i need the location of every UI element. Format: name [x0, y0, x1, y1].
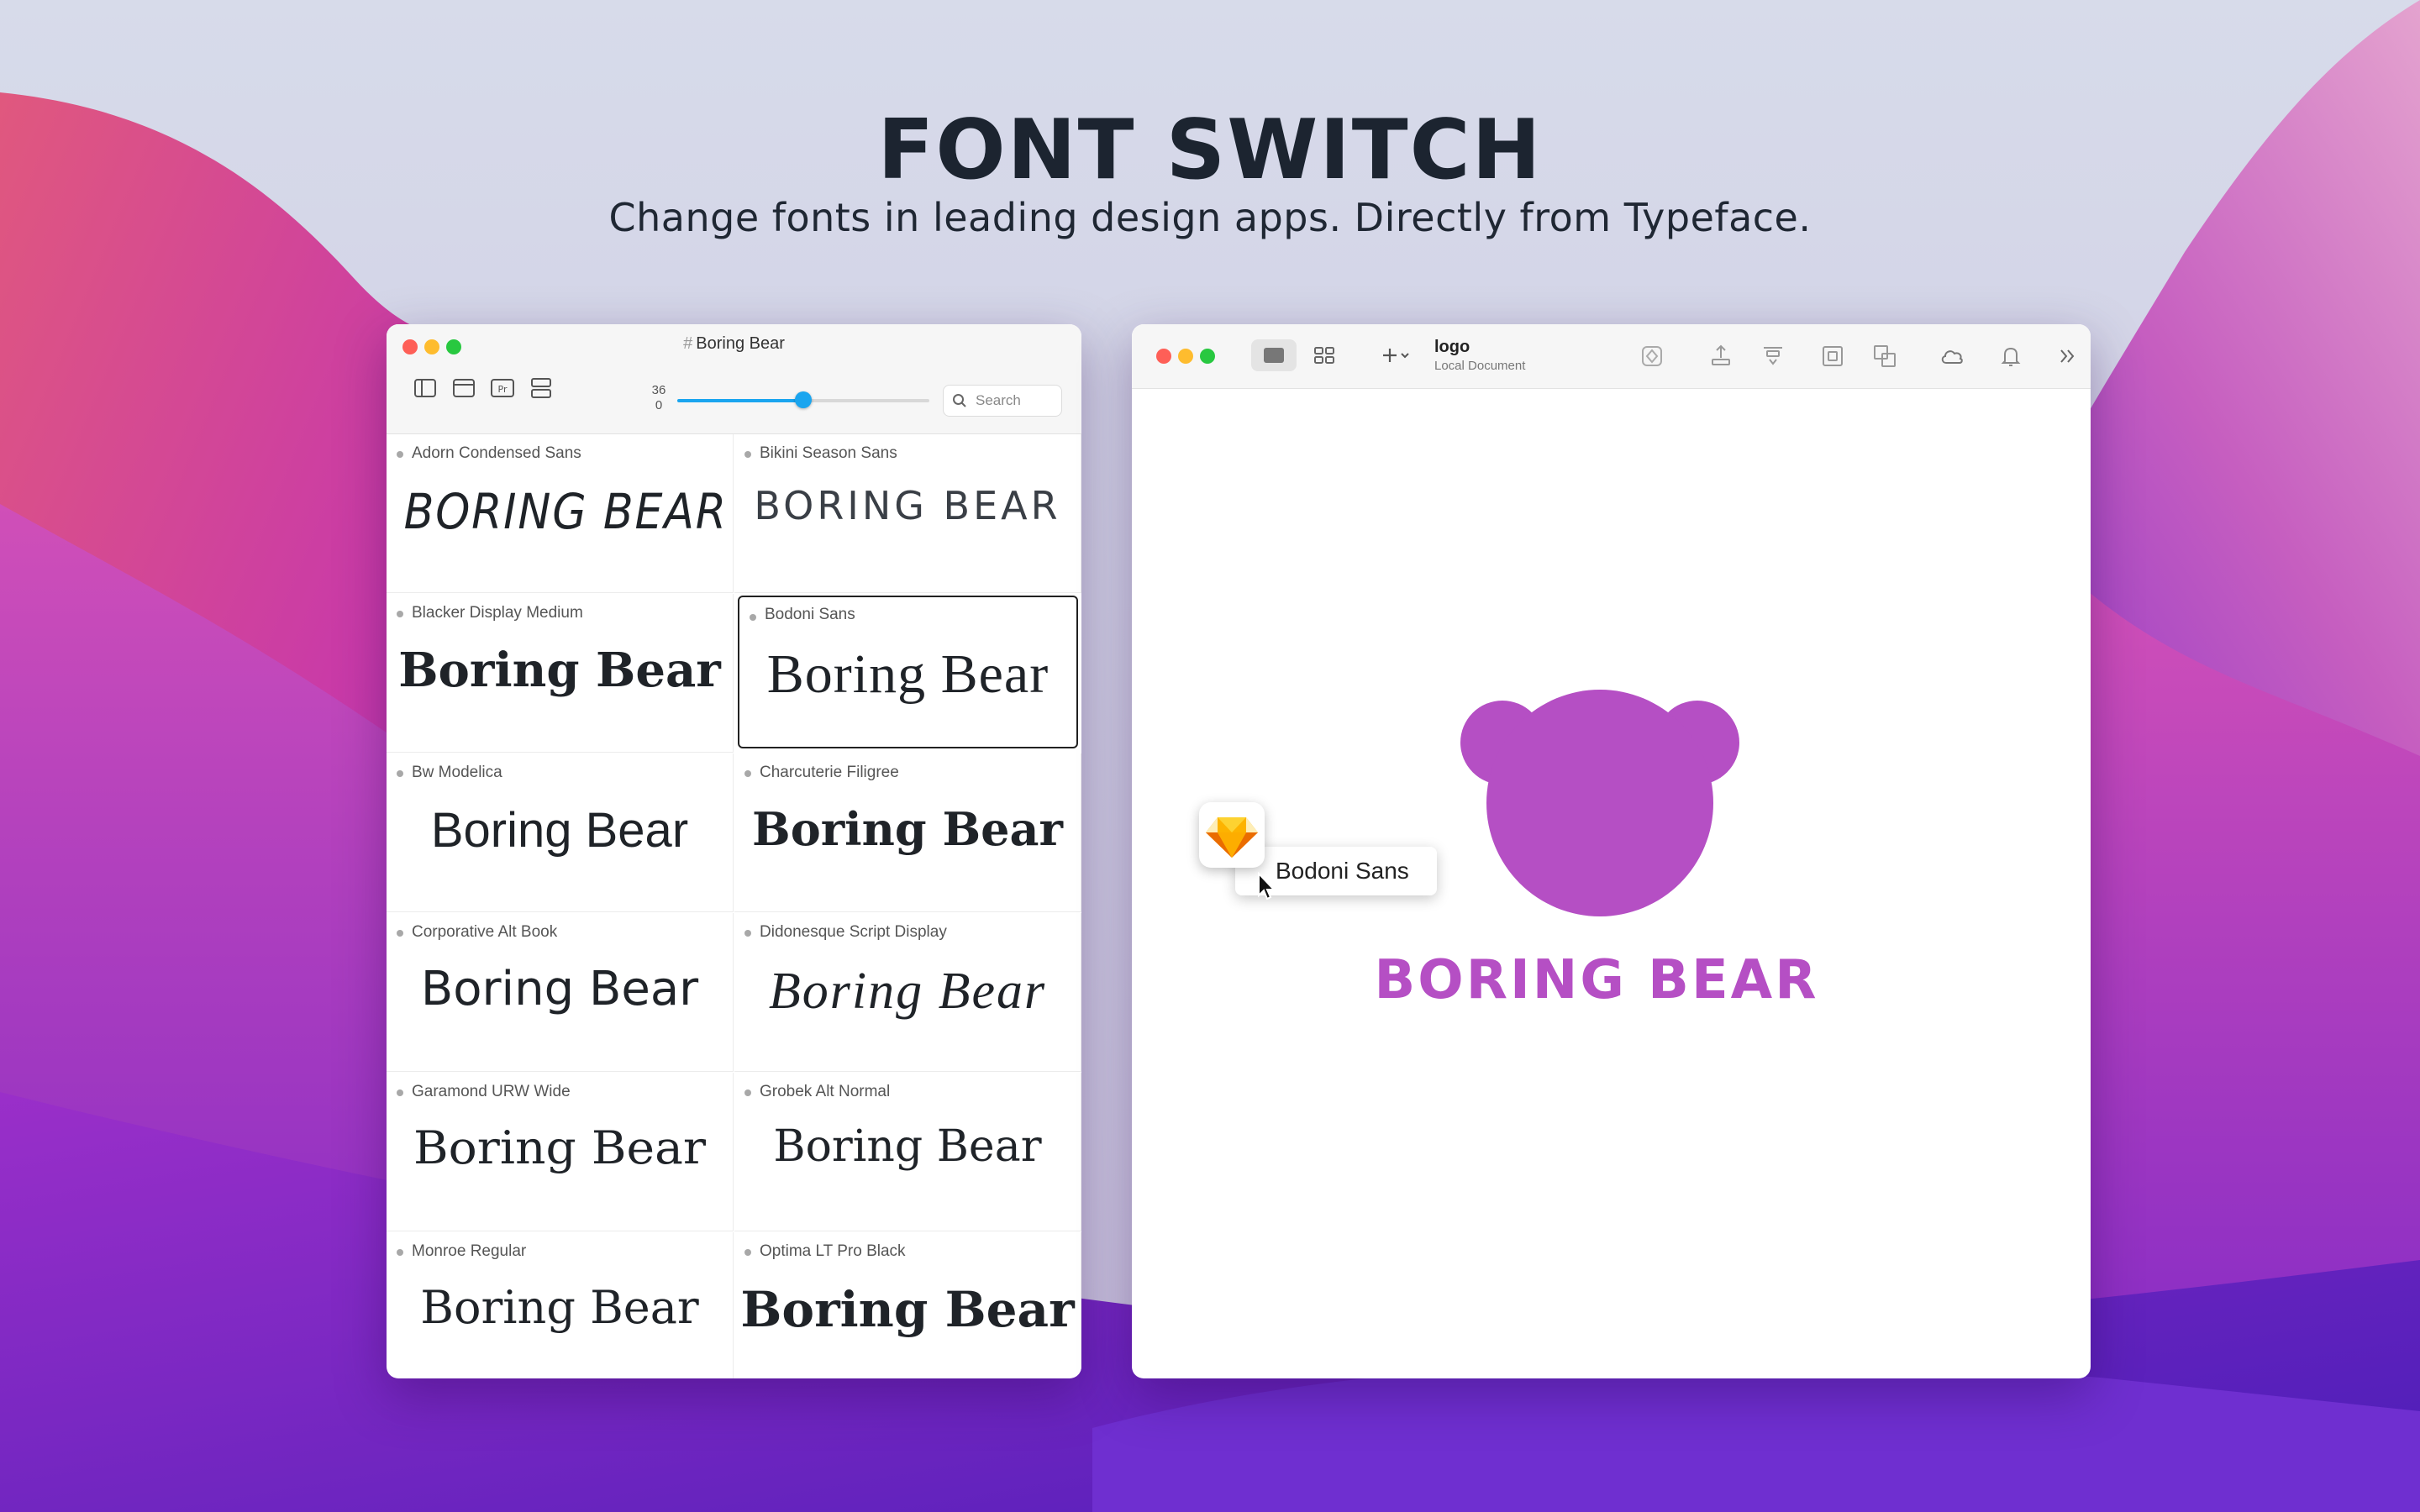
font-name: Bodoni Sans	[765, 606, 855, 624]
mouse-cursor-icon	[1257, 872, 1279, 902]
font-sample: Boring Bear	[739, 643, 1076, 706]
size-secondary-value: 0	[646, 398, 671, 412]
size-slider-track[interactable]	[803, 399, 929, 402]
font-status-dot	[744, 930, 751, 937]
logo-text[interactable]: BORING BEAR	[1311, 949, 1882, 1011]
font-sample: BORING BEAR	[734, 483, 1081, 528]
font-name: Bikini Season Sans	[760, 444, 897, 463]
font-cell[interactable]: Blacker Display Medium Boring Bear	[387, 594, 734, 753]
font-cell[interactable]: Monroe Regular Boring Bear	[387, 1232, 734, 1378]
subheadline: Change fonts in leading design apps. Dir…	[0, 195, 2420, 240]
size-slider-fill	[677, 399, 803, 402]
font-status-dot	[744, 1089, 751, 1096]
svg-text:Pr: Pr	[498, 384, 508, 395]
typeface-toolbar: #Boring Bear Pr 36 0 Search	[387, 324, 1081, 434]
align-icon[interactable]	[1760, 343, 1786, 370]
cloud-icon[interactable]	[1939, 343, 1965, 370]
font-status-dot	[744, 770, 751, 777]
font-cell[interactable]: Bw Modelica Boring Bear	[387, 753, 734, 912]
font-sample: Boring Bear	[387, 643, 733, 698]
font-name: Grobek Alt Normal	[760, 1083, 890, 1101]
zoom-window-button[interactable]	[1200, 349, 1215, 364]
font-name: Corporative Alt Book	[412, 923, 557, 942]
font-name: Adorn Condensed Sans	[412, 444, 581, 463]
font-name: Charcuterie Filigree	[760, 764, 899, 782]
document-subtitle: Local Document	[1434, 359, 1525, 373]
document-info: logo Local Document	[1434, 338, 1525, 373]
export-icon[interactable]	[1707, 343, 1734, 370]
canvas-view-button[interactable]	[1251, 339, 1297, 371]
document-name: logo	[1434, 338, 1525, 357]
font-status-dot	[750, 614, 756, 621]
font-name: Bw Modelica	[412, 764, 502, 782]
font-status-dot	[744, 1249, 751, 1256]
search-placeholder: Search	[976, 392, 1021, 409]
hash-icon: #	[683, 334, 692, 353]
size-slider-knob[interactable]	[795, 391, 812, 408]
search-field[interactable]: Search	[943, 385, 1062, 417]
font-cell[interactable]: Adorn Condensed Sans BORING BEAR	[387, 434, 734, 593]
window-icon[interactable]	[450, 375, 477, 402]
font-status-dot	[397, 1249, 403, 1256]
font-status-dot	[397, 611, 403, 617]
font-cell[interactable]: Bikini Season Sans BORING BEAR	[734, 434, 1081, 593]
transform-icon[interactable]	[1871, 343, 1898, 370]
grid-view-button[interactable]	[1302, 339, 1347, 371]
minimize-window-button[interactable]	[1178, 349, 1193, 364]
window-title: #Boring Bear	[387, 334, 1081, 354]
font-sample: Boring Bear	[734, 1281, 1081, 1338]
close-window-button[interactable]	[1156, 349, 1171, 364]
font-status-dot	[744, 451, 751, 458]
headline: FONT SWITCH	[0, 102, 2420, 198]
canvas-view-icon	[1251, 339, 1297, 371]
sketch-app-badge	[1199, 802, 1265, 868]
font-name: Optima LT Pro Black	[760, 1242, 906, 1261]
bell-icon[interactable]	[1997, 343, 2024, 370]
preview-text-icon[interactable]: Pr	[489, 375, 516, 402]
insert-plus-icon	[1371, 339, 1417, 371]
font-sample: Boring Bear	[734, 802, 1081, 856]
font-cell[interactable]: Bodoni Sans Boring Bear	[738, 596, 1078, 748]
font-sample: Boring Bear	[387, 802, 733, 858]
more-chevrons-icon[interactable]	[2054, 343, 2081, 370]
sketch-toolbar: logo Local Document	[1132, 324, 2091, 389]
sketch-diamond-icon	[1199, 802, 1265, 868]
symbol-icon[interactable]	[1639, 343, 1665, 370]
font-status-dot	[397, 930, 403, 937]
typeface-window: #Boring Bear Pr 36 0 Search	[387, 324, 1081, 1378]
font-cell[interactable]: Didonesque Script Display Boring Bear	[734, 913, 1081, 1072]
font-sample: Boring Bear	[734, 962, 1081, 1021]
font-status-dot	[397, 451, 403, 458]
font-sample: BORING BEAR	[404, 483, 716, 540]
font-cell[interactable]: Optima LT Pro Black Boring Bear	[734, 1232, 1081, 1378]
font-sample: Boring Bear	[387, 1121, 741, 1174]
font-sample: Boring Bear	[734, 1121, 1081, 1172]
insert-button[interactable]	[1371, 339, 1417, 371]
mask-icon[interactable]	[1819, 343, 1846, 370]
font-cell[interactable]: Garamond URW WideBoring Bear	[387, 1073, 734, 1231]
font-name: Garamond URW Wide	[412, 1083, 571, 1101]
font-cell[interactable]: Grobek Alt Normal Boring Bear	[734, 1073, 1081, 1231]
font-name: Blacker Display Medium	[412, 604, 583, 622]
font-status-dot	[397, 770, 403, 777]
font-status-dot	[397, 1089, 403, 1096]
size-value: 36	[646, 383, 671, 397]
font-name: Monroe Regular	[412, 1242, 526, 1261]
window-title-text: Boring Bear	[696, 334, 785, 353]
list-layout-icon[interactable]	[528, 375, 555, 402]
bear-logo-shape[interactable]	[1454, 687, 1748, 918]
font-cell[interactable]: Corporative Alt Book Boring Bear	[387, 913, 734, 1072]
grid-view-icon	[1302, 339, 1347, 371]
drag-tooltip-text: Bodoni Sans	[1276, 858, 1409, 885]
font-cell[interactable]: Charcuterie Filigree Boring Bear	[734, 753, 1081, 912]
font-name: Didonesque Script Display	[760, 923, 947, 942]
font-sample: Boring Bear	[387, 962, 733, 1016]
font-sample: Boring Bear	[387, 1281, 733, 1334]
sidebar-icon[interactable]	[412, 375, 439, 402]
search-icon	[952, 393, 967, 408]
